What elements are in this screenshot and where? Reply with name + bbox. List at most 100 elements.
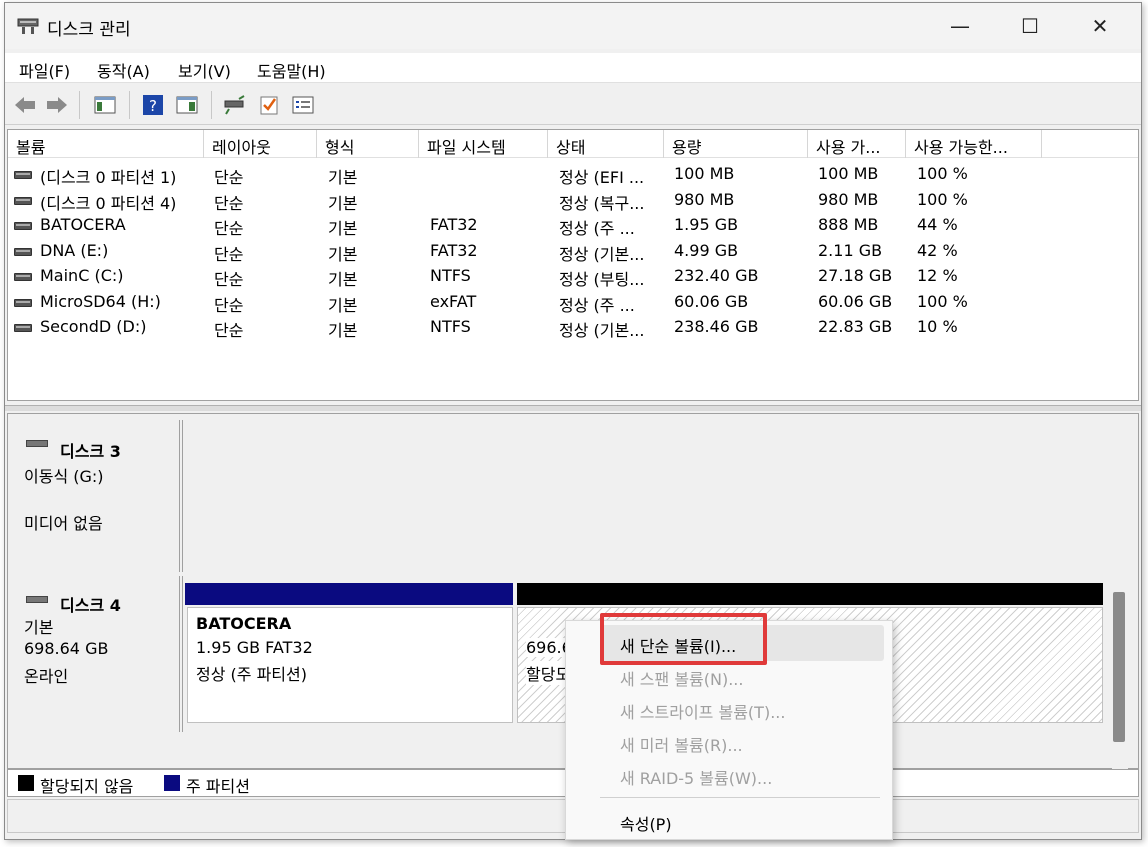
table-cell: 4.99 GB: [674, 240, 739, 260]
show-pane-icon[interactable]: [175, 93, 199, 117]
menu-action[interactable]: 동작(A): [97, 58, 150, 82]
table-cell: NTFS: [430, 266, 471, 285]
maximize-button[interactable]: ☐: [995, 3, 1065, 49]
table-cell: 정상 (복구...: [559, 193, 645, 213]
table-cell: 단순: [214, 270, 244, 289]
vertical-scrollbar[interactable]: [1112, 414, 1128, 770]
table-row[interactable]: (디스크 0 파티션 1) 단순 기본 정상 (EFI ... 100 MB 100 MB…: [8, 162, 1138, 188]
unallocated-label: 할당도: [526, 661, 571, 685]
disk-icon: [26, 440, 48, 447]
partition-name: BATOCERA: [196, 614, 292, 633]
table-row[interactable]: MainC (C:) 단순 기본 NTFS 정상 (부팅... 232.40 GB 27.1…: [8, 264, 1138, 290]
table-cell: 980 MB: [674, 189, 735, 209]
window-title: 디스크 관리: [47, 20, 131, 40]
column-header-type[interactable]: 형식: [317, 130, 419, 158]
table-cell: 단순: [214, 295, 244, 315]
disk3-area: [182, 420, 1106, 572]
disk3-media: 미디어 없음: [24, 514, 103, 533]
table-cell: (디스크 0 파티션 4): [40, 193, 177, 213]
table-cell: 기본: [328, 219, 358, 238]
drive-icon: [14, 247, 32, 256]
partition-info: 1.95 GB FAT32: [196, 638, 313, 657]
table-cell: 238.46 GB: [674, 317, 759, 336]
unallocated-legend-swatch: [18, 775, 34, 791]
drive-icon: [14, 324, 32, 332]
column-header-status[interactable]: 상태: [548, 130, 664, 158]
table-cell: 기본: [328, 295, 358, 315]
table-cell: 기본: [328, 168, 358, 187]
minimize-button[interactable]: —: [925, 3, 995, 49]
back-icon[interactable]: [13, 93, 37, 117]
table-row[interactable]: MicroSD64 (H:) 단순 기본 exFAT 정상 (주 ... 60.06 GB…: [8, 290, 1138, 316]
table-cell: 정상 (부팅...: [559, 270, 645, 289]
table-cell: 22.83 GB: [818, 317, 893, 336]
new-raid5-volume-item[interactable]: 새 RAID-5 볼륨(W)...: [620, 765, 772, 789]
drive-icon: [14, 171, 32, 179]
drive-icon: [14, 273, 32, 281]
disk4-title: 디스크 4: [60, 596, 121, 615]
column-header-layout[interactable]: 레이아웃: [204, 130, 317, 158]
unallocated-bar: [517, 583, 1103, 605]
table-cell: 44 %: [917, 215, 958, 234]
disk4-label[interactable]: 디스크 4 기본 698.64 GB 온라인: [10, 576, 180, 732]
drive-icon: [14, 222, 32, 230]
new-spanned-volume-item[interactable]: 새 스팬 볼륨(N)...: [620, 666, 743, 690]
table-row[interactable]: (디스크 0 파티션 4) 단순 기본 정상 (복구... 980 MB 980 MB 10…: [8, 188, 1138, 214]
column-header-capacity[interactable]: 용량: [664, 130, 808, 158]
table-cell: 정상 (EFI ...: [559, 168, 645, 187]
forward-icon[interactable]: [45, 93, 69, 117]
table-cell: 60.06 GB: [674, 291, 749, 311]
help-icon[interactable]: ?: [141, 93, 165, 117]
table-cell: SecondD (D:): [40, 317, 147, 336]
column-header-filesystem[interactable]: 파일 시스템: [419, 130, 548, 158]
new-mirror-volume-item[interactable]: 새 미러 볼륨(R)...: [620, 732, 743, 756]
disk3-label[interactable]: 디스크 3 이동식 (G:) 미디어 없음: [10, 420, 180, 572]
table-cell: 기본: [328, 244, 358, 264]
table-cell: 1.95 GB: [674, 215, 739, 234]
table-row[interactable]: BATOCERA 단순 기본 FAT32 정상 (주 ... 1.95 GB 888 MB 4…: [8, 213, 1138, 239]
check-icon[interactable]: [257, 93, 281, 117]
menu-file[interactable]: 파일(F): [19, 58, 70, 82]
table-cell: 42 %: [917, 240, 958, 260]
disk3-type: 이동식 (G:): [24, 467, 104, 486]
table-cell: NTFS: [430, 317, 471, 336]
menu-view[interactable]: 보기(V): [178, 58, 231, 82]
column-header-volume[interactable]: 볼륨: [8, 130, 204, 158]
disk3-title: 디스크 3: [60, 442, 121, 461]
table-cell: BATOCERA: [40, 215, 126, 234]
table-cell: 100 %: [917, 164, 968, 183]
table-cell: 정상 (기본...: [559, 321, 645, 340]
close-button[interactable]: ✕: [1065, 3, 1135, 49]
table-cell: 단순: [214, 193, 244, 213]
table-cell: FAT32: [430, 215, 478, 234]
menu-help[interactable]: 도움말(H): [257, 58, 326, 82]
disk-icon: [26, 596, 48, 603]
table-cell: (디스크 0 파티션 1): [40, 168, 177, 187]
partition-status: 정상 (주 파티션): [196, 665, 307, 684]
table-cell: 정상 (기본...: [559, 244, 645, 264]
properties-item[interactable]: 속성(P): [620, 811, 672, 835]
table-cell: 12 %: [917, 266, 958, 285]
table-row[interactable]: SecondD (D:) 단순 기본 NTFS 정상 (기본... 238.46 GB 22…: [8, 315, 1138, 341]
table-cell: 27.18 GB: [818, 266, 893, 285]
table-cell: 2.11 GB: [818, 240, 883, 260]
connect-disk-icon[interactable]: [223, 93, 247, 117]
table-cell: 단순: [214, 219, 244, 238]
table-row[interactable]: DNA (E:) 단순 기본 FAT32 정상 (기본... 4.99 GB 2.11 GB…: [8, 239, 1138, 265]
batocera-partition[interactable]: BATOCERA 1.95 GB FAT32 정상 (주 파티션): [187, 607, 513, 723]
menu-separator: [600, 797, 880, 798]
table-cell: 기본: [328, 193, 358, 213]
disk-management-icon: [17, 18, 39, 34]
new-striped-volume-item[interactable]: 새 스트라이프 볼륨(T)...: [620, 699, 785, 723]
table-cell: 232.40 GB: [674, 266, 759, 285]
toolbar-separator: [79, 91, 80, 119]
column-header-free-space[interactable]: 사용 가...: [808, 130, 906, 158]
table-cell: 100 %: [917, 291, 968, 311]
column-header-percent-free[interactable]: 사용 가능한...: [906, 130, 1042, 158]
properties-list-icon[interactable]: [291, 93, 315, 117]
console-tree-icon[interactable]: [93, 93, 117, 117]
scrollbar-thumb[interactable]: [1113, 592, 1125, 742]
volume-rows: (디스크 0 파티션 1) 단순 기본 정상 (EFI ... 100 MB 100 MB…: [8, 162, 1138, 341]
table-cell: 100 %: [917, 189, 968, 209]
pane-splitter[interactable]: [5, 405, 1141, 411]
